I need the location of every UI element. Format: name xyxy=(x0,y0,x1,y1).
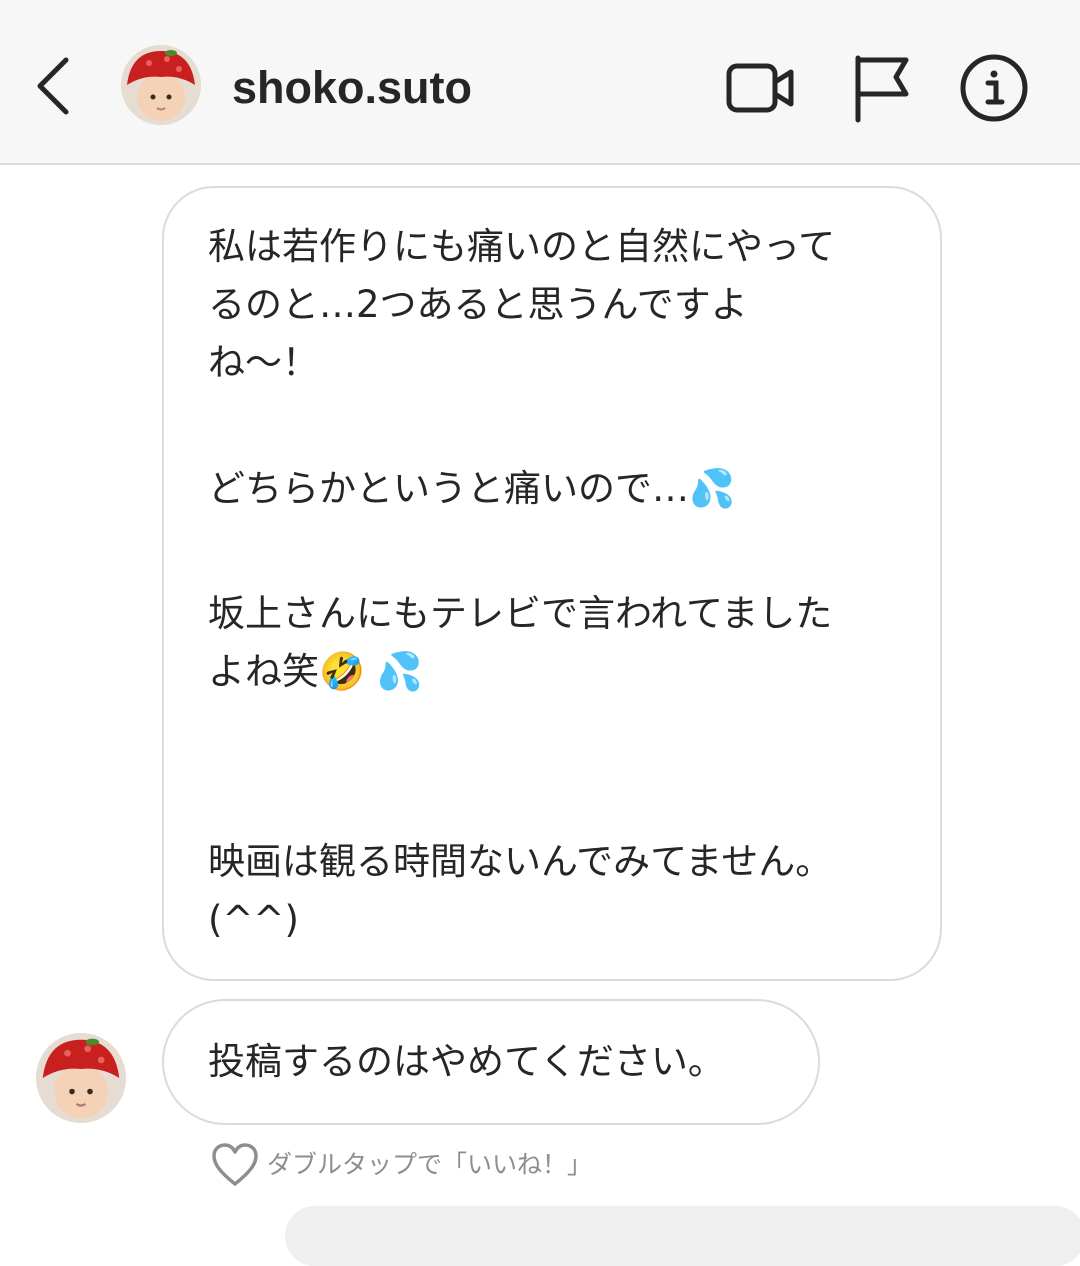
message-text: 映画は観る時間ないんでみてません。 (^^) xyxy=(208,840,833,941)
report-button[interactable] xyxy=(848,52,920,124)
message-text: 投稿するのはやめてください。 xyxy=(208,1040,725,1083)
message-text: 私は若作りにも痛いのと自然にやって るのと…2つあると思うんですよ ね〜！ xyxy=(208,225,836,384)
flag-icon xyxy=(855,55,909,123)
username[interactable]: shoko.suto xyxy=(232,58,472,118)
avatar[interactable] xyxy=(121,45,201,125)
chevron-left-icon xyxy=(37,57,69,115)
double-tap-hint: ダブルタップで「いいね！」 xyxy=(267,1150,593,1179)
back-button[interactable] xyxy=(28,50,84,120)
avatar-image xyxy=(36,1033,126,1123)
next-message-bubble[interactable] xyxy=(285,1206,1080,1266)
video-call-button[interactable] xyxy=(725,52,797,124)
heart-outline-icon[interactable] xyxy=(210,1142,260,1188)
sender-avatar[interactable] xyxy=(36,1033,126,1123)
chat-header: shoko.suto xyxy=(0,0,1080,165)
info-button[interactable] xyxy=(958,52,1030,124)
avatar-image xyxy=(121,45,201,125)
video-camera-icon xyxy=(726,63,794,113)
message-text: 坂上さんにもテレビで言われてました よね笑🤣 💦 xyxy=(208,592,833,693)
info-icon xyxy=(960,54,1028,122)
message-text: どちらかというと痛いので…💦 xyxy=(208,467,736,510)
